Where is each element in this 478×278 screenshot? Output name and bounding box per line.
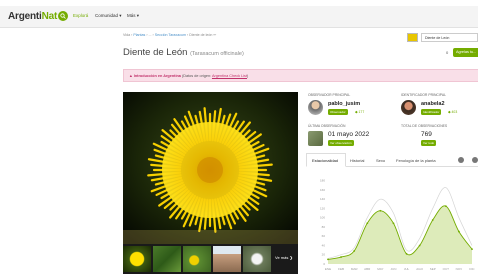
main-photo[interactable] (123, 92, 298, 244)
observador-label: OBSERVADOR PRINCIPAL (308, 93, 351, 97)
data-point[interactable] (366, 222, 369, 225)
y-tick-label: 80 (322, 225, 326, 229)
total-value: 769 (421, 131, 432, 138)
help-icon[interactable] (472, 157, 478, 163)
page-title: Diente de León (Taraxacum officinale) (123, 47, 244, 58)
seasonality-chart: 0 20 40 60 80 100 120 140 160 180 ENE FEB MAR ABR MAY J… (320, 179, 475, 271)
observador-count: ◆ 177 (355, 110, 365, 114)
ver-todo-button[interactable]: Ver todo (421, 140, 437, 146)
argentinat-logo[interactable]: ArgentiNat (8, 11, 57, 22)
tab-fenologia[interactable]: Fenología de la planta (396, 158, 436, 163)
y-tick-label: 0 (323, 262, 325, 266)
thumbnail-3[interactable] (183, 246, 211, 272)
data-point[interactable] (327, 258, 329, 261)
dandelion-thumb-icon (407, 33, 418, 42)
scientific-name: (Taraxacum officinale) (190, 51, 244, 57)
thumbnail-2[interactable] (153, 246, 181, 272)
identificador-count: ◆ 403 (448, 110, 458, 114)
search-icon[interactable] (58, 11, 68, 21)
total-label: TOTAL DE OBSERVACIONES (401, 124, 448, 128)
observador-avatar[interactable] (308, 100, 323, 115)
x-tick-label: SEP (430, 267, 436, 271)
data-point[interactable] (340, 256, 342, 258)
x-tick-label: OCT (443, 267, 450, 271)
x-tick-label: ABR (364, 267, 371, 271)
taxon-select[interactable]: Diente de León (421, 33, 478, 42)
data-point[interactable] (418, 244, 421, 247)
data-point[interactable] (458, 230, 460, 233)
thumbnail-1[interactable] (123, 246, 151, 272)
y-tick-label: 20 (322, 253, 326, 257)
x-tick-label: DIC (469, 267, 475, 271)
breadcrumb-seccion[interactable]: Sección Taraxacum (155, 33, 186, 37)
observador-name[interactable]: pablo_jusim (328, 101, 360, 107)
x-tick-label: ENE (325, 267, 331, 271)
y-tick-label: 140 (320, 197, 325, 201)
breadcrumb-plantas[interactable]: Plantas (133, 33, 145, 37)
checklist-link[interactable]: Argentina Check List (212, 74, 247, 78)
x-tick-label: NOV (456, 267, 463, 271)
data-point[interactable] (444, 205, 447, 208)
data-point[interactable] (471, 248, 473, 251)
nav-mas[interactable]: Más ▾ (127, 13, 139, 19)
x-tick-label: JUN (391, 267, 397, 271)
x-tick-label: MAR (351, 267, 359, 271)
y-tick-label: 60 (322, 234, 326, 238)
photo-thumbnails (123, 244, 298, 274)
data-point[interactable] (379, 209, 382, 212)
ver-mas-button[interactable]: Ve más ❯ (275, 255, 293, 260)
data-point[interactable] (392, 222, 395, 225)
data-point[interactable] (353, 250, 356, 252)
data-point[interactable] (405, 252, 408, 255)
series-area (328, 205, 472, 264)
y-tick-label: 180 (320, 179, 325, 183)
observador-badge: Observador (328, 109, 348, 115)
x-tick-label: FEB (338, 267, 344, 271)
thumbnail-4[interactable] (213, 246, 241, 272)
y-tick-label: 40 (322, 243, 326, 247)
breadcrumb: Vida › Plantas › ... › Sección Taraxacum… (123, 33, 217, 37)
gear-icon[interactable] (458, 157, 464, 163)
tab-sexo[interactable]: Sexo (376, 158, 385, 163)
identificador-name[interactable]: anabela2 (421, 101, 445, 107)
observation-thumb-icon[interactable] (308, 131, 323, 146)
add-button[interactable]: Agrelas tu... (453, 48, 478, 57)
x-tick-label: AGO (416, 267, 423, 271)
ultima-value: 01 mayo 2022 (328, 131, 370, 138)
y-tick-label: 120 (320, 206, 325, 210)
x-tick-label: JUL (404, 267, 410, 271)
warning-text: ▲ Introducción en Argentina (129, 74, 181, 78)
data-point[interactable] (431, 219, 434, 221)
identificador-badge: Identificador (421, 109, 442, 115)
nav-comunidad[interactable]: Comunidad ▾ (95, 13, 122, 19)
ultima-label: ÚLTIMA OBSERVACIÓN (308, 124, 346, 128)
tab-estacionalidad[interactable]: Estacionalidad (312, 158, 338, 163)
top-navbar: ArgentiNat Explorá Comunidad ▾ Más ▾ (0, 6, 478, 28)
thumbnail-5[interactable] (243, 246, 271, 272)
y-tick-label: 160 (320, 188, 325, 192)
tab-historial[interactable]: Historial (350, 158, 364, 163)
introduced-banner: ▲ Introducción en Argentina (Datos de or… (123, 69, 478, 82)
identificador-avatar[interactable] (401, 100, 416, 115)
identificador-label: IDENTIFICADOR PRINCIPAL (401, 93, 446, 97)
ver-observacion-button[interactable]: Ver observación (328, 140, 354, 146)
nav-explora[interactable]: Explorá (73, 13, 88, 18)
x-tick-label: MAY (377, 267, 383, 271)
add-count: 0 (446, 50, 449, 55)
y-tick-label: 100 (320, 216, 325, 220)
